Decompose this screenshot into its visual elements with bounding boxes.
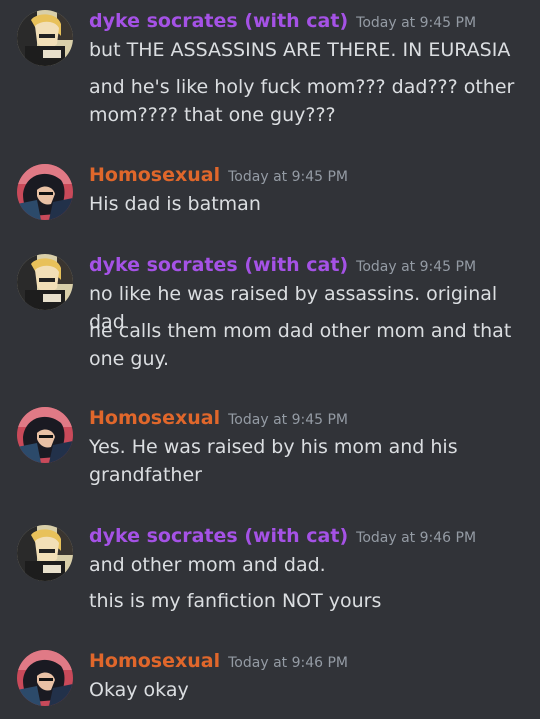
message-header: Homosexual Today at 9:45 PM (89, 164, 348, 186)
cartoon-blonde-avatar-icon[interactable] (17, 10, 73, 66)
timestamp[interactable]: Today at 9:45 PM (356, 15, 476, 31)
message-header: dyke socrates (with cat) Today at 9:46 PM (89, 525, 476, 547)
message-header: dyke socrates (with cat) Today at 9:45 PM (89, 10, 476, 32)
message-text: this is my fanfiction NOT yours (89, 590, 382, 612)
author-name[interactable]: dyke socrates (with cat) (89, 525, 348, 547)
message-text: he calls them mom dad other mom and that… (89, 320, 512, 370)
dark-haired-comic-avatar-icon[interactable] (17, 164, 73, 220)
timestamp[interactable]: Today at 9:45 PM (228, 169, 348, 185)
message-text: His dad is batman (89, 193, 261, 215)
cartoon-blonde-avatar-icon[interactable] (17, 254, 73, 310)
author-name[interactable]: dyke socrates (with cat) (89, 10, 348, 32)
chat-message-list: dyke socrates (with cat) Today at 9:45 PM… (0, 0, 540, 719)
message-text: but THE ASSASSINS ARE THERE. IN EURASIA (89, 39, 511, 61)
message-text: and other mom and dad. (89, 554, 326, 576)
timestamp[interactable]: Today at 9:45 PM (228, 412, 348, 428)
author-name[interactable]: dyke socrates (with cat) (89, 254, 348, 276)
author-name[interactable]: Homosexual (89, 164, 220, 186)
dark-haired-comic-avatar-icon[interactable] (17, 650, 73, 706)
message-header: dyke socrates (with cat) Today at 9:45 PM (89, 254, 476, 276)
timestamp[interactable]: Today at 9:46 PM (228, 655, 348, 671)
author-name[interactable]: Homosexual (89, 650, 220, 672)
message-text: Okay okay (89, 679, 189, 701)
message-text: Yes. He was raised by his mom and his gr… (89, 436, 458, 486)
timestamp[interactable]: Today at 9:46 PM (356, 530, 476, 546)
dark-haired-comic-avatar-icon[interactable] (17, 407, 73, 463)
cartoon-blonde-avatar-icon[interactable] (17, 525, 73, 581)
message-header: Homosexual Today at 9:45 PM (89, 407, 348, 429)
author-name[interactable]: Homosexual (89, 407, 220, 429)
timestamp[interactable]: Today at 9:45 PM (356, 259, 476, 275)
message-header: Homosexual Today at 9:46 PM (89, 650, 348, 672)
message-text: and he's like holy fuck mom??? dad??? ot… (89, 76, 515, 126)
